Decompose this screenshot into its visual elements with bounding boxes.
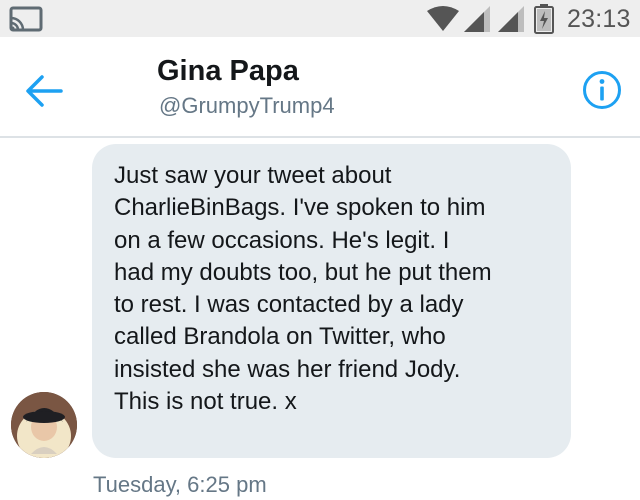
message-bubble[interactable]: Just saw your tweet about CharlieBinBags… [92, 144, 571, 458]
contact-handle: @GrumpyTrump4 [159, 93, 335, 118]
cast-icon [9, 6, 43, 32]
status-bar: 23:13 [0, 0, 640, 37]
status-time: 23:13 [567, 5, 631, 33]
avatar[interactable] [11, 392, 77, 458]
message-text: Just saw your tweet about CharlieBinBags… [114, 162, 492, 416]
message-thread[interactable]: Just saw your tweet about CharlieBinBags… [0, 139, 640, 500]
arrow-left-icon[interactable] [24, 73, 64, 109]
signal-icon [498, 6, 524, 32]
signal-icon [464, 6, 490, 32]
contact-name: Gina Papa [157, 55, 299, 87]
conversation-header: Gina Papa @GrumpyTrump4 [0, 37, 640, 138]
info-icon[interactable] [582, 70, 622, 110]
message-timestamp: Tuesday, 6:25 pm [93, 472, 267, 497]
wifi-icon [427, 6, 459, 31]
battery-icon [534, 4, 554, 34]
